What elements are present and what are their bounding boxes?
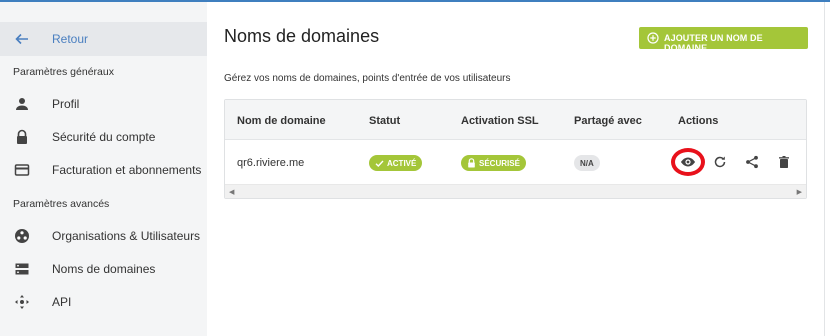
page-description: Gérez vos noms de domaines, points d'ent… (224, 73, 511, 84)
person-icon (14, 96, 30, 112)
eye-icon (681, 157, 695, 167)
sidebar-item-label: Facturation et abonnements (52, 163, 202, 177)
column-header-ssl: Activation SSL (461, 115, 539, 127)
lock-icon (14, 129, 30, 145)
check-icon (375, 160, 384, 167)
sidebar-item-label: Noms de domaines (52, 262, 156, 276)
shared-badge: N/A (574, 155, 600, 171)
sidebar-item-billing[interactable]: Facturation et abonnements (0, 155, 207, 185)
organization-icon (14, 228, 30, 244)
view-button[interactable] (677, 151, 699, 173)
sidebar-item-label: Organisations & Utilisateurs (52, 229, 201, 243)
sidebar-item-organizations[interactable]: Organisations & Utilisateurs (0, 221, 207, 251)
back-label: Retour (52, 32, 89, 46)
sidebar-item-label: Sécurité du compte (52, 130, 156, 144)
credit-card-icon (14, 162, 30, 178)
sidebar-item-api[interactable]: API (0, 287, 207, 317)
back-button[interactable]: Retour (0, 22, 207, 56)
trash-icon (779, 156, 789, 168)
refresh-icon (714, 156, 726, 168)
scroll-left-arrow[interactable]: ◀ (229, 188, 234, 196)
share-icon (746, 155, 758, 169)
advanced-settings-heading: Paramètres avancés (13, 198, 110, 210)
sidebar-item-domain-names[interactable]: Noms de domaines (0, 254, 207, 284)
settings-sidebar: Retour Paramètres généraux Profil Sécuri… (0, 2, 207, 336)
add-domain-button[interactable]: AJOUTER UN NOM DE DOMAINE (639, 27, 808, 53)
column-header-status: Statut (369, 115, 401, 127)
column-header-shared: Partagé avec (574, 115, 642, 127)
plus-circle-icon (647, 32, 659, 44)
server-icon (14, 261, 30, 277)
ssl-badge: SÉCURISÉ (461, 155, 526, 171)
table-row: qr6.riviere.me ACTIVÉ SÉCURISÉ N/A (225, 140, 806, 184)
api-icon (14, 294, 30, 310)
lock-icon (468, 158, 475, 168)
sidebar-item-label: Profil (52, 97, 80, 111)
sidebar-item-label: API (52, 295, 72, 309)
sidebar-item-profile[interactable]: Profil (0, 89, 207, 119)
status-label: ACTIVÉ (387, 158, 417, 168)
sidebar-item-account-security[interactable]: Sécurité du compte (0, 122, 207, 152)
main-panel: Noms de domaines AJOUTER UN NOM DE DOMAI… (207, 2, 824, 336)
horizontal-scrollbar[interactable]: ◀ ▶ (225, 184, 806, 198)
right-edge-strip (824, 2, 830, 336)
shared-label: N/A (580, 158, 594, 168)
add-domain-label: AJOUTER UN NOM DE DOMAINE (664, 33, 763, 53)
column-header-actions: Actions (678, 115, 719, 127)
column-header-domain: Nom de domaine (237, 115, 326, 127)
share-button[interactable] (741, 151, 763, 173)
general-settings-heading: Paramètres généraux (13, 66, 114, 78)
delete-button[interactable] (773, 151, 795, 173)
domain-name: qr6.riviere.me (237, 157, 305, 169)
page-title: Noms de domaines (224, 26, 380, 46)
refresh-button[interactable] (709, 151, 731, 173)
domains-table: Nom de domaine Statut Activation SSL Par… (224, 99, 807, 199)
scroll-right-arrow[interactable]: ▶ (797, 188, 802, 196)
ssl-label: SÉCURISÉ (479, 158, 520, 168)
status-badge: ACTIVÉ (369, 155, 423, 171)
table-header: Nom de domaine Statut Activation SSL Par… (225, 100, 806, 140)
arrow-left-icon (14, 31, 30, 47)
